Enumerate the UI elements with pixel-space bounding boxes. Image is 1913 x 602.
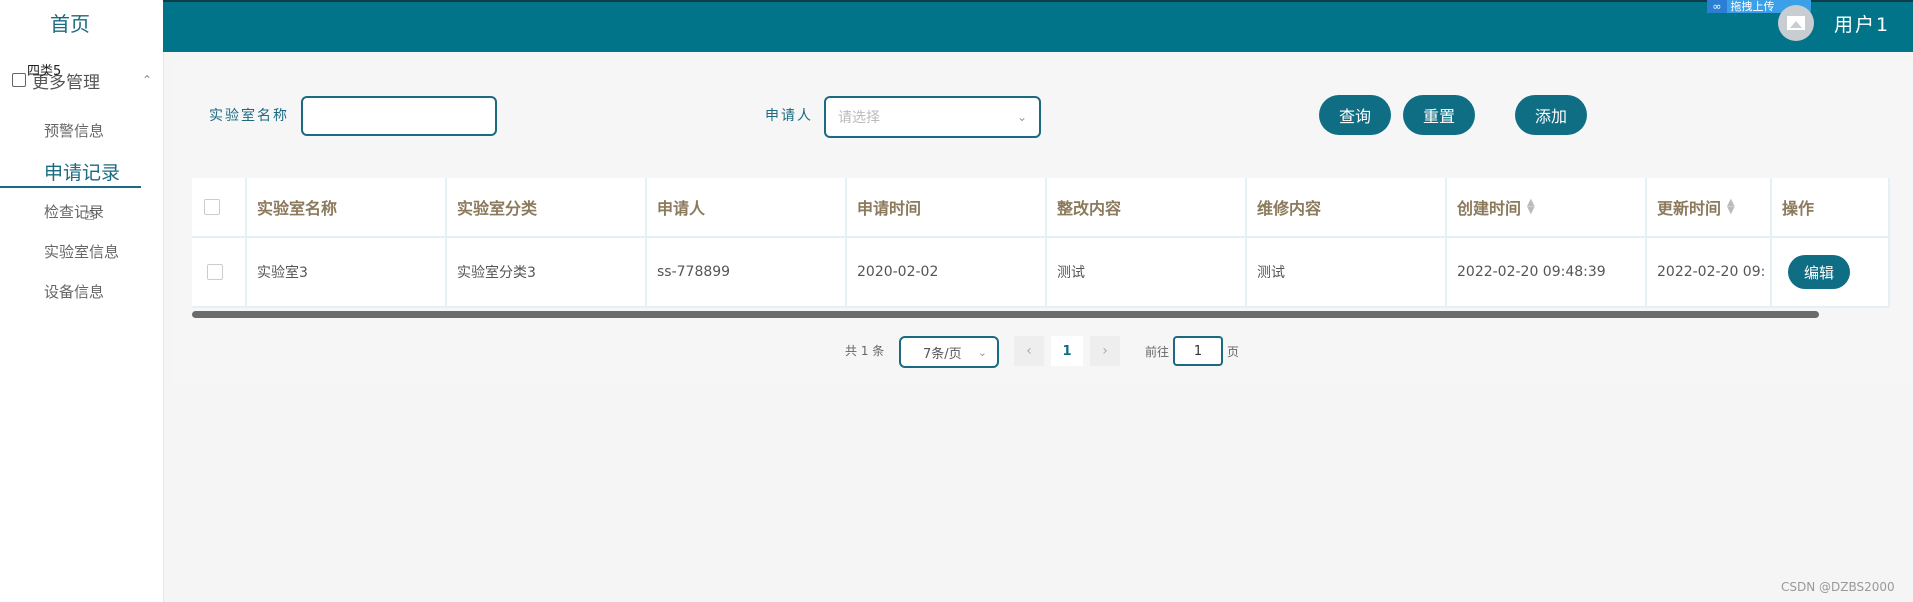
col-updated-label: 更新时间 xyxy=(1657,199,1722,218)
cell-created: 2022-02-20 09:48:39 xyxy=(1447,238,1647,308)
table-row: 实验室3 实验室分类3 ss-778899 2020-02-02 测试 测试 2… xyxy=(192,238,1890,308)
cell-lab-category: 实验室分类3 xyxy=(447,238,647,308)
col-created[interactable]: 创建时间 ▲ ▼ xyxy=(1447,178,1647,238)
sort-icon[interactable]: ▲ ▼ xyxy=(1727,198,1735,216)
sidebar-item-warning[interactable]: 预警信息 xyxy=(44,120,104,141)
page-size-value: 7条/页 xyxy=(923,346,962,362)
table-header: 实验室名称 实验室分类 申请人 申请时间 整改内容 维修内容 创建时间 ▲ ▼ 更… xyxy=(192,178,1890,238)
sort-icon[interactable]: ▲ ▼ xyxy=(1527,198,1535,216)
page-number-current[interactable]: 1 xyxy=(1051,336,1083,366)
sidebar: 首页 更多管理 ⌃ 四类5 预警信息 申请记录 检查记录 实验室信息 设备信息 … xyxy=(0,0,164,602)
pagination-total: 共 1 条 xyxy=(845,344,885,358)
prev-page-button[interactable]: ‹ xyxy=(1014,336,1044,366)
lab-name-label: 实验室名称 xyxy=(209,108,289,124)
upload-badge-text: 拖拽上传 xyxy=(1730,0,1775,13)
watermark: CSDN @DZBS2000 xyxy=(1781,580,1895,594)
chevron-down-icon: ⌄ xyxy=(1016,110,1027,124)
edit-button[interactable]: 编辑 xyxy=(1788,255,1850,289)
image-icon xyxy=(1787,16,1805,30)
row-checkbox[interactable] xyxy=(207,264,223,280)
horizontal-scrollbar[interactable] xyxy=(192,311,1819,318)
goto-page-input[interactable]: 1 xyxy=(1173,336,1223,366)
sidebar-item-inspection[interactable]: 检查记录 xyxy=(44,201,104,222)
col-lab-category: 实验室分类 xyxy=(447,178,647,238)
col-rectify: 整改内容 xyxy=(1047,178,1247,238)
col-updated[interactable]: 更新时间 ▲ ▼ xyxy=(1647,178,1772,238)
top-bar xyxy=(163,0,1913,52)
goto-prefix: 前往 xyxy=(1145,345,1170,359)
avatar[interactable] xyxy=(1778,5,1814,41)
sidebar-home[interactable]: 首页 xyxy=(0,8,140,37)
next-page-button[interactable]: › xyxy=(1090,336,1120,366)
applicant-select[interactable]: 请选择 ⌄ xyxy=(824,96,1041,138)
add-button[interactable]: 添加 xyxy=(1515,95,1587,135)
cell-updated: 2022-02-20 09: xyxy=(1647,238,1772,308)
select-all-checkbox[interactable] xyxy=(204,199,220,215)
lab-name-input[interactable] xyxy=(301,96,497,136)
col-actions: 操作 xyxy=(1772,178,1890,238)
sidebar-overlay-text: 四类5 xyxy=(27,64,62,79)
chevron-down-icon: ⌄ xyxy=(977,345,987,359)
sidebar-item-device-info[interactable]: 设备信息 xyxy=(44,281,104,302)
applicant-label: 申请人 xyxy=(765,108,813,124)
sidebar-item-lab-info[interactable]: 实验室信息 xyxy=(44,241,119,262)
menu-square-icon xyxy=(12,73,26,87)
active-indicator xyxy=(0,186,141,188)
cell-apply-time: 2020-02-02 xyxy=(847,238,1047,308)
cell-applicant: ss-778899 xyxy=(647,238,847,308)
infinity-icon: ∞ xyxy=(1707,0,1727,13)
col-applicant: 申请人 xyxy=(647,178,847,238)
col-repair: 维修内容 xyxy=(1247,178,1447,238)
reset-button[interactable]: 重置 xyxy=(1403,95,1475,135)
cell-repair: 测试 xyxy=(1247,238,1447,308)
cell-lab-name: 实验室3 xyxy=(247,238,447,308)
row-checkbox-cell xyxy=(192,238,247,308)
header-checkbox-cell xyxy=(192,178,247,238)
col-created-label: 创建时间 xyxy=(1457,199,1522,218)
cell-actions: 编辑 xyxy=(1772,238,1890,308)
col-lab-name: 实验室名称 xyxy=(247,178,447,238)
cell-rectify: 测试 xyxy=(1047,238,1247,308)
col-apply-time: 申请时间 xyxy=(847,178,1047,238)
page-size-select[interactable]: 7条/页 ⌄ xyxy=(899,336,999,368)
username[interactable]: 用户1 xyxy=(1834,10,1890,37)
applicant-placeholder: 请选择 xyxy=(838,110,880,126)
hand-cursor-icon: ☝ xyxy=(84,204,95,225)
sidebar-item-application[interactable]: 申请记录 xyxy=(44,158,120,185)
records-table: 实验室名称 实验室分类 申请人 申请时间 整改内容 维修内容 创建时间 ▲ ▼ 更… xyxy=(192,178,1890,308)
chevron-up-icon: ⌃ xyxy=(141,73,152,87)
query-button[interactable]: 查询 xyxy=(1319,95,1391,135)
goto-suffix: 页 xyxy=(1227,345,1240,359)
